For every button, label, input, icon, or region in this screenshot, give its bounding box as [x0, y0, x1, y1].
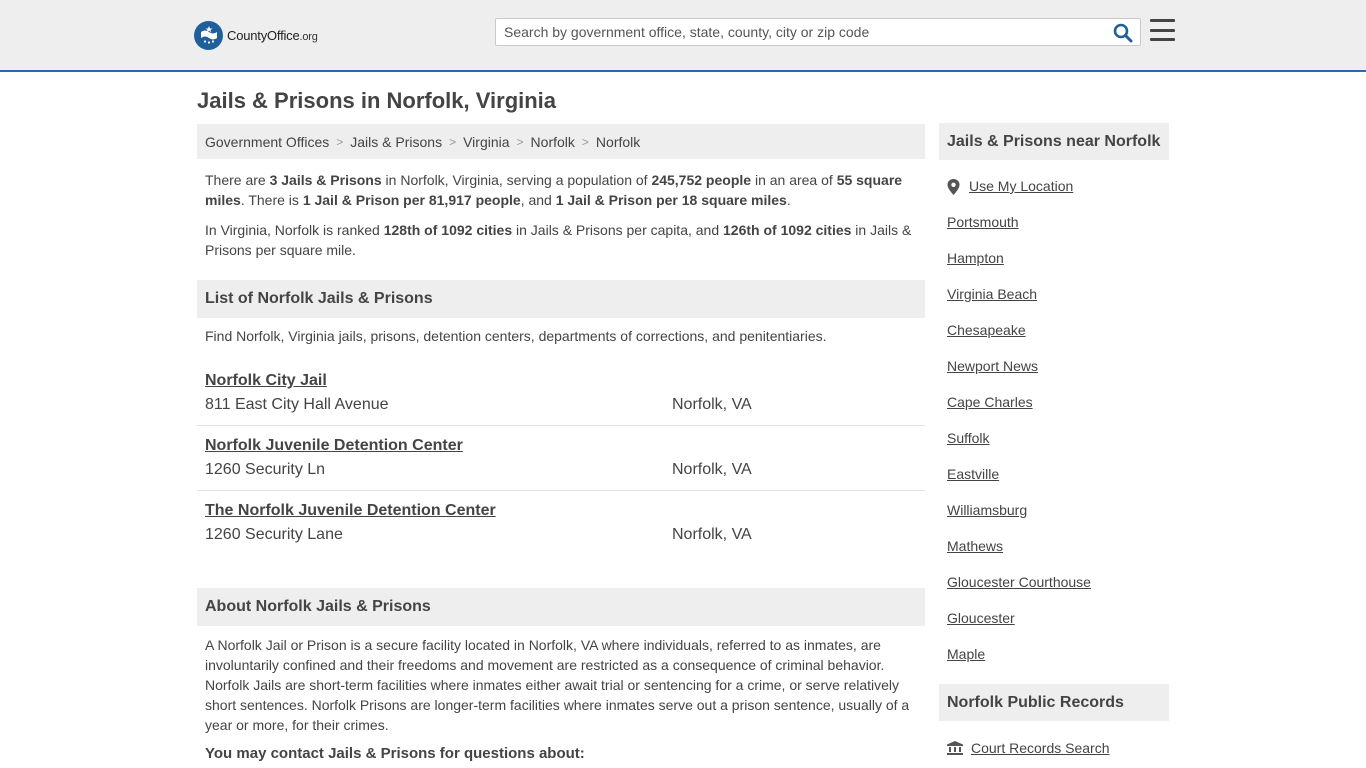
listing-city: Norfolk, VA [672, 461, 752, 478]
nearby-item: Gloucester Courthouse [947, 574, 1169, 610]
breadcrumb-separator: > [516, 134, 524, 149]
search-icon [1113, 23, 1133, 43]
nearby-link-portsmouth[interactable]: Portsmouth [947, 214, 1019, 230]
listing-name-link[interactable]: The Norfolk Juvenile Detention Center [205, 502, 496, 520]
search-box [495, 18, 1141, 46]
site-logo[interactable]: CountyOffice.org [194, 20, 318, 50]
listing-name-link[interactable]: Norfolk Juvenile Detention Center [205, 437, 463, 455]
logo-text: CountyOffice.org [227, 27, 318, 43]
nearby-item: Williamsburg [947, 502, 1169, 538]
nearby-link-mathews[interactable]: Mathews [947, 538, 1003, 554]
nearby-link-suffolk[interactable]: Suffolk [947, 430, 990, 446]
nearby-item: Eastville [947, 466, 1169, 502]
nearby-item: Maple [947, 646, 1169, 682]
listing-item: Norfolk City Jail 811 East City Hall Ave… [197, 361, 925, 426]
hamburger-menu-icon[interactable] [1150, 19, 1175, 41]
nearby-link-newport-news[interactable]: Newport News [947, 358, 1038, 374]
listing-address: 811 East City Hall Avenue [205, 396, 389, 413]
intro-ranking: In Virginia, Norfolk is ranked 128th of … [205, 222, 912, 258]
nearby-link-eastville[interactable]: Eastville [947, 466, 999, 482]
use-my-location-link[interactable]: Use My Location [969, 178, 1073, 194]
breadcrumb-norfolk-county[interactable]: Norfolk [531, 134, 575, 150]
nearby-link-hampton[interactable]: Hampton [947, 250, 1004, 266]
breadcrumb-government-offices[interactable]: Government Offices [205, 134, 329, 150]
nearby-heading: Jails & Prisons near Norfolk [939, 123, 1169, 160]
courthouse-icon [947, 741, 963, 755]
breadcrumb-separator: > [581, 134, 589, 149]
main-content: Government Offices > Jails & Prisons > V… [197, 124, 925, 762]
nearby-link-gloucester[interactable]: Gloucester [947, 610, 1015, 626]
court-records-search-link[interactable]: Court Records Search [971, 740, 1110, 756]
nearby-item: Cape Charles [947, 394, 1169, 430]
breadcrumb: Government Offices > Jails & Prisons > V… [197, 124, 925, 159]
breadcrumb-norfolk-city[interactable]: Norfolk [596, 134, 640, 150]
nearby-item: Suffolk [947, 430, 1169, 466]
court-records-item: Court Records Search [939, 740, 1169, 756]
nearby-list: Use My Location Portsmouth Hampton Virgi… [939, 178, 1169, 682]
list-heading: List of Norfolk Jails & Prisons [197, 280, 925, 318]
nearby-link-chesapeake[interactable]: Chesapeake [947, 322, 1026, 338]
use-location-item: Use My Location [947, 178, 1169, 214]
nearby-link-virginia-beach[interactable]: Virginia Beach [947, 286, 1037, 302]
nearby-item: Hampton [947, 250, 1169, 286]
listing-item: The Norfolk Juvenile Detention Center 12… [197, 491, 925, 556]
listing-address: 1260 Security Ln [205, 461, 326, 478]
nearby-item: Virginia Beach [947, 286, 1169, 322]
site-header: CountyOffice.org [0, 0, 1366, 72]
breadcrumb-jails-prisons[interactable]: Jails & Prisons [350, 134, 442, 150]
nearby-link-maple[interactable]: Maple [947, 646, 985, 662]
search-input[interactable] [496, 19, 1106, 45]
listings: Norfolk City Jail 811 East City Hall Ave… [197, 361, 925, 556]
nearby-item: Mathews [947, 538, 1169, 574]
listing-city: Norfolk, VA [672, 396, 752, 413]
nearby-link-cape-charles[interactable]: Cape Charles [947, 394, 1033, 410]
about-heading: About Norfolk Jails & Prisons [197, 588, 925, 626]
map-pin-icon [947, 179, 960, 195]
listing-address: 1260 Security Lane [205, 526, 343, 543]
contact-heading: You may contact Jails & Prisons for ques… [205, 745, 585, 762]
nearby-item: Gloucester [947, 610, 1169, 646]
sidebar: Jails & Prisons near Norfolk Use My Loca… [939, 123, 1169, 756]
breadcrumb-virginia[interactable]: Virginia [463, 134, 509, 150]
nearby-item: Newport News [947, 358, 1169, 394]
intro-statistics: There are 3 Jails & Prisons in Norfolk, … [205, 172, 903, 208]
nearby-item: Portsmouth [947, 214, 1169, 250]
public-records-heading: Norfolk Public Records [939, 684, 1169, 721]
nearby-item: Chesapeake [947, 322, 1169, 358]
about-text: A Norfolk Jail or Prison is a secure fac… [205, 637, 910, 733]
nearby-link-gloucester-courthouse[interactable]: Gloucester Courthouse [947, 574, 1091, 590]
logo-emblem-icon [194, 20, 223, 50]
nearby-link-williamsburg[interactable]: Williamsburg [947, 502, 1027, 518]
listing-city: Norfolk, VA [672, 526, 752, 543]
list-intro: Find Norfolk, Virginia jails, prisons, d… [205, 328, 827, 344]
search-button[interactable] [1112, 22, 1134, 44]
listing-item: Norfolk Juvenile Detention Center 1260 S… [197, 426, 925, 491]
breadcrumb-separator: > [449, 134, 457, 149]
breadcrumb-separator: > [336, 134, 344, 149]
listing-name-link[interactable]: Norfolk City Jail [205, 372, 327, 390]
page-title: Jails & Prisons in Norfolk, Virginia [197, 88, 557, 113]
